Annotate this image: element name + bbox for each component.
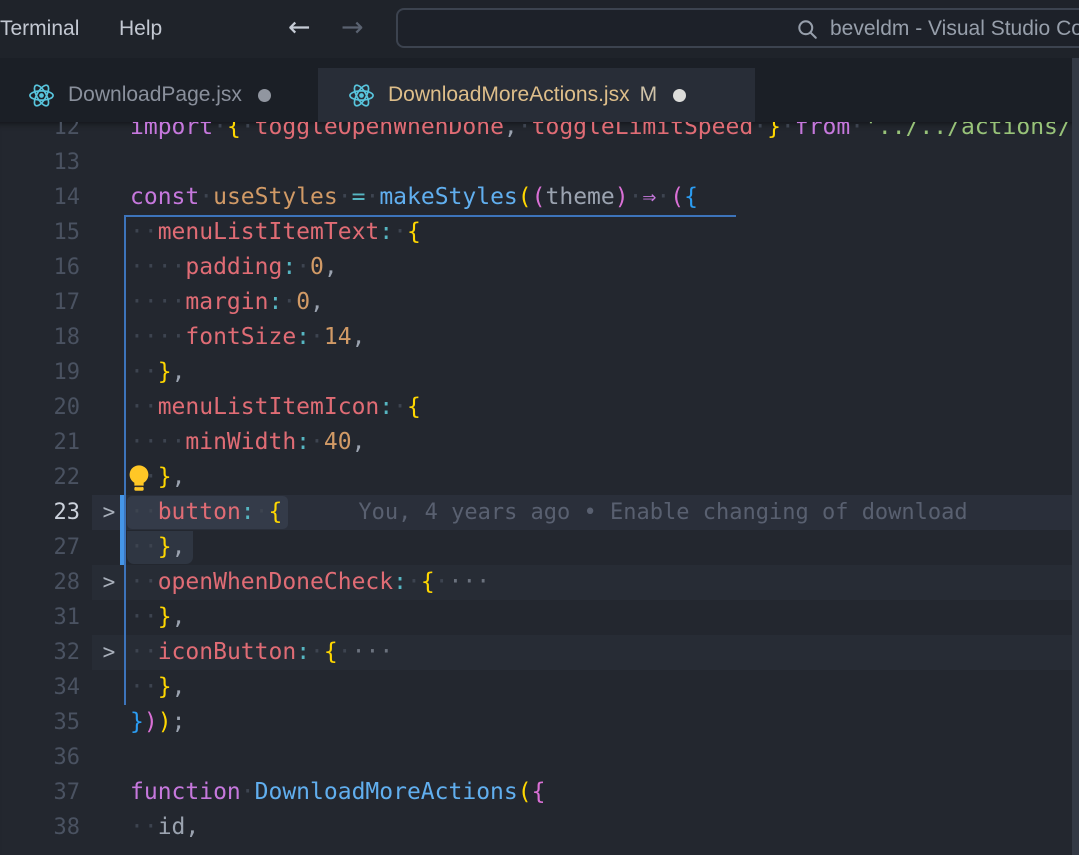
line-number: 36 [0, 740, 80, 775]
code-text: ··menuListItemText:·{ [130, 215, 421, 250]
line-number: 12 [0, 122, 80, 145]
line-number: 28 [0, 565, 80, 600]
code-line-21: 21 ····minWidth:·40, [0, 425, 1079, 460]
code-line-32: 32 >··iconButton:·{···· [0, 635, 1079, 670]
line-number: 27 [0, 530, 80, 565]
git-status-badge: M [640, 83, 658, 107]
code-line-14: 14 const·useStyles·=·makeStyles((theme)·⇒… [0, 180, 1079, 215]
fold-chevron-icon[interactable]: > [96, 495, 122, 529]
search-icon [796, 18, 819, 45]
code-text: })); [130, 705, 185, 740]
code-line-17: 17 ····margin:·0, [0, 285, 1079, 320]
line-number: 34 [0, 670, 80, 705]
line-number: 23 [0, 495, 80, 530]
line-number: 31 [0, 600, 80, 635]
line-number: 21 [0, 425, 80, 460]
code-line-31: 31 ··}, [0, 600, 1079, 635]
code-text: ··button:·{ You, 4 years ago • Enable cha… [130, 495, 968, 530]
code-line-15: 15 ··menuListItemText:·{ [0, 215, 1079, 250]
code-line-13: 13 [0, 145, 1079, 180]
search-label: beveldm - Visual Studio Code [830, 10, 1079, 47]
line-number: 18 [0, 320, 80, 355]
git-blame-annotation: You, 4 years ago • Enable changing of do… [358, 500, 967, 525]
code-text: ··}, [130, 530, 193, 565]
react-icon [348, 82, 375, 109]
code-text: ··}, [130, 670, 185, 705]
tab-label: DownloadMoreActions.jsx [388, 83, 630, 107]
bracket-guide-horizontal [124, 215, 736, 217]
fold-highlight-box: ··}, [127, 531, 193, 564]
editor: 12 import·{·toggleOpenWhenDone,·toggleLim… [0, 122, 1079, 855]
code-text: ··iconButton:·{···· [130, 635, 393, 670]
line-number: 13 [0, 145, 80, 180]
code-line-38: 38 ··id, [0, 810, 1079, 845]
code-text: ··openWhenDoneCheck:·{···· [130, 565, 490, 600]
code-line-27: 27 ··}, [0, 530, 1079, 565]
code-text: ····margin:·0, [130, 285, 324, 320]
modified-dot-icon[interactable] [673, 89, 686, 102]
tab-bar: DownloadPage.jsx DownloadMoreActions.jsx… [0, 58, 1079, 122]
code-line-28: 28 >··openWhenDoneCheck:·{···· [0, 565, 1079, 600]
code-line-16: 16 ····padding:·0, [0, 250, 1079, 285]
code-text: function·DownloadMoreActions({ [130, 775, 545, 810]
line-number: 35 [0, 705, 80, 740]
line-number: 37 [0, 775, 80, 810]
code-text: ····padding:·0, [130, 250, 338, 285]
modified-dot-icon[interactable] [258, 89, 271, 102]
code-line-34: 34 ··}, [0, 670, 1079, 705]
menu-item-help[interactable]: Help [119, 0, 162, 58]
code-line-20: 20 ··menuListItemIcon:·{ [0, 390, 1079, 425]
code-text: ····minWidth:·40, [130, 425, 365, 460]
code-text: ··id, [130, 810, 199, 845]
line-number: 20 [0, 390, 80, 425]
code-text: ····fontSize:·14, [130, 320, 365, 355]
fold-chevron-icon[interactable]: > [96, 565, 122, 599]
bracket-guide-vertical [124, 215, 126, 705]
code-line-37: 37 function·DownloadMoreActions({ [0, 775, 1079, 810]
code-line-12: 12 import·{·toggleOpenWhenDone,·toggleLim… [0, 122, 1079, 145]
code-text: ··}, [130, 355, 185, 390]
code-line-23: 23 >··button:·{ You, 4 years ago • Enable … [0, 495, 1079, 530]
code-text: ··menuListItemIcon:·{ [130, 390, 421, 425]
back-arrow-icon[interactable]: ← [288, 0, 311, 58]
tab-downloadmoreactions[interactable]: DownloadMoreActions.jsx M [318, 68, 755, 122]
line-number: 17 [0, 285, 80, 320]
tab-downloadpage[interactable]: DownloadPage.jsx [0, 68, 310, 122]
lightbulb-icon[interactable] [124, 463, 154, 497]
fold-chevron-icon[interactable]: > [96, 635, 122, 669]
react-icon [28, 82, 55, 109]
line-number: 16 [0, 250, 80, 285]
tab-label: DownloadPage.jsx [68, 83, 242, 107]
line-number: 19 [0, 355, 80, 390]
fold-highlight-box: ··button:·{ [127, 496, 288, 529]
forward-arrow-icon[interactable]: → [341, 0, 364, 58]
command-center-search[interactable]: beveldm - Visual Studio Code [396, 8, 1079, 48]
line-number: 15 [0, 215, 80, 250]
scrollbar-strip[interactable] [1072, 58, 1079, 855]
code-line-22: 22··}, [0, 460, 1079, 495]
line-number: 38 [0, 810, 80, 845]
code-line-35: 35})); [0, 705, 1079, 740]
code-text: const·useStyles·=·makeStyles((theme)·⇒·(… [130, 180, 698, 215]
code-text: import·{·toggleOpenWhenDone,·toggleLimit… [130, 122, 1079, 145]
code-line-36: 36 [0, 740, 1079, 775]
git-modified-gutter-bar [120, 495, 124, 565]
code-line-18: 18 ····fontSize:·14, [0, 320, 1079, 355]
line-number: 32 [0, 635, 80, 670]
window-titlebar: Terminal Help ← → beveldm - Visual Studi… [0, 0, 1079, 58]
code-text: ··}, [130, 600, 185, 635]
code-line-19: 19 ··}, [0, 355, 1079, 390]
line-number: 14 [0, 180, 80, 215]
line-number: 22 [0, 460, 80, 495]
menu-item-terminal[interactable]: Terminal [0, 0, 79, 58]
